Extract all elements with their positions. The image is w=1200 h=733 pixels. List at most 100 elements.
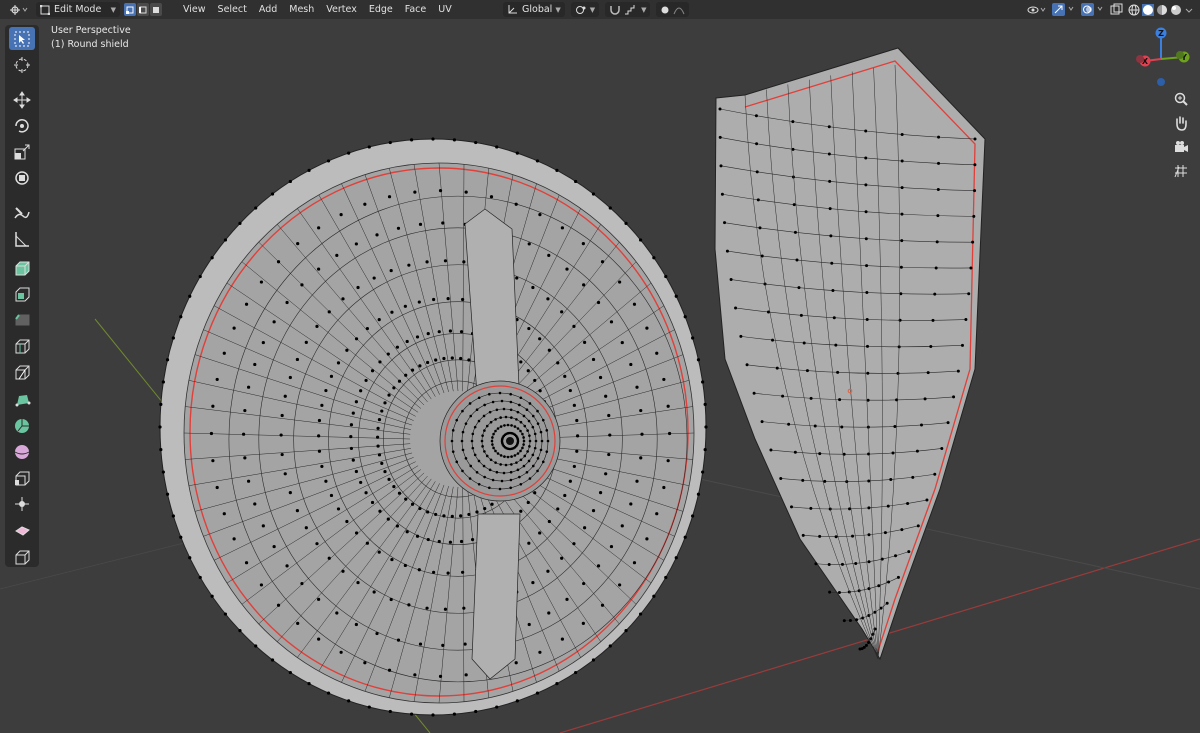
vertex: [830, 261, 834, 265]
loop-cut-tool[interactable]: [9, 334, 35, 357]
vertex: [254, 644, 258, 648]
vertex: [620, 340, 624, 345]
annotate-tool[interactable]: [9, 201, 35, 224]
menu-vertex[interactable]: Vertex: [320, 2, 363, 17]
chevron-down-icon[interactable]: [1184, 4, 1194, 16]
scale-tool[interactable]: [9, 140, 35, 163]
edge-select-button[interactable]: [137, 3, 149, 16]
extrude-region-tool[interactable]: [9, 256, 35, 279]
z-axis-label: Z: [1158, 29, 1164, 38]
3d-viewport[interactable]: User Perspective (1) Round shield Z Y X: [0, 19, 1200, 733]
vertex: [899, 265, 903, 269]
material-shading-icon[interactable]: [1156, 4, 1168, 16]
vertex: [528, 439, 532, 443]
vertex: [635, 385, 639, 389]
vertex: [347, 699, 351, 703]
menu-view[interactable]: View: [177, 2, 212, 17]
select-box-tool[interactable]: [9, 27, 35, 50]
vertex: [572, 542, 576, 546]
vertex: [295, 357, 299, 362]
vertex: [523, 424, 527, 428]
vertex-select-button[interactable]: [124, 3, 136, 16]
vertex: [528, 402, 532, 405]
menu-face[interactable]: Face: [399, 2, 432, 17]
vertex: [469, 414, 473, 418]
vertex: [300, 283, 304, 287]
bevel-tool[interactable]: [9, 308, 35, 331]
spin-tool[interactable]: [9, 414, 35, 437]
menu-edge[interactable]: Edge: [363, 2, 399, 17]
mode-dropdown[interactable]: Edit Mode ▼: [36, 2, 120, 17]
vertex: [598, 375, 603, 380]
gizmo-toggle[interactable]: [1052, 2, 1076, 17]
vertex: [415, 335, 420, 339]
vertex: [464, 457, 468, 460]
vertex: [525, 470, 529, 474]
menu-select[interactable]: Select: [212, 2, 253, 17]
vertex: [867, 452, 871, 456]
solid-shading-icon[interactable]: [1142, 3, 1154, 16]
xray-toggle[interactable]: [1110, 2, 1123, 17]
rip-region-tool[interactable]: [9, 544, 35, 567]
vertex: [469, 464, 473, 468]
menu-uv[interactable]: UV: [432, 2, 457, 17]
wireframe-shading-icon[interactable]: [1128, 4, 1140, 16]
vertex: [461, 469, 464, 473]
cursor-tool[interactable]: [9, 53, 35, 76]
pan-button[interactable]: [1170, 112, 1192, 134]
rendered-shading-icon[interactable]: [1170, 4, 1182, 16]
shear-tool[interactable]: [9, 518, 35, 541]
smooth-tool[interactable]: [9, 440, 35, 463]
editor-type-button[interactable]: [6, 2, 32, 17]
viewport-canvas[interactable]: [0, 19, 1200, 733]
vertex: [238, 221, 242, 225]
vertex: [600, 260, 605, 264]
vertex: [396, 638, 401, 642]
vertex: [907, 550, 911, 554]
vertex: [867, 640, 871, 644]
camera-view-button[interactable]: [1170, 136, 1192, 158]
vertex: [215, 377, 219, 382]
vertex: [799, 313, 803, 317]
vertex: [541, 418, 545, 422]
visibility-dropdown[interactable]: [1027, 2, 1047, 17]
vertex: [556, 507, 560, 511]
edit-mode-icon: [40, 4, 50, 15]
vertex: [967, 292, 971, 296]
knife-tool[interactable]: [9, 360, 35, 383]
vertex: [547, 519, 551, 524]
vertex: [171, 336, 175, 340]
face-select-button[interactable]: [150, 3, 162, 16]
transform-tool[interactable]: [9, 166, 35, 189]
menu-mesh[interactable]: Mesh: [283, 2, 320, 17]
vertex: [380, 409, 384, 413]
vertex: [339, 213, 343, 217]
vertex: [259, 280, 264, 284]
overlays-toggle[interactable]: [1081, 2, 1105, 17]
edge-slide-tool[interactable]: [9, 466, 35, 489]
vertex: [952, 395, 956, 399]
measure-tool[interactable]: [9, 227, 35, 250]
vertex: [848, 619, 852, 623]
vertex: [425, 260, 429, 264]
zoom-button[interactable]: [1170, 88, 1192, 110]
proportional-editing-toggle[interactable]: [656, 2, 690, 17]
pivot-point-dropdown[interactable]: ▼: [570, 2, 600, 17]
rotate-tool[interactable]: [9, 114, 35, 137]
vertex: [538, 213, 542, 217]
transform-orientation-dropdown[interactable]: Global ▼: [503, 2, 565, 17]
vertex: [956, 369, 960, 373]
vertex: [729, 278, 733, 282]
shrink-fatten-tool[interactable]: [9, 492, 35, 515]
ortho-toggle-button[interactable]: [1170, 160, 1192, 182]
vertex: [632, 561, 637, 565]
move-tool[interactable]: [9, 88, 35, 111]
menu-add[interactable]: Add: [253, 2, 283, 17]
navigation-gizmo[interactable]: Z Y X: [1126, 21, 1196, 91]
vertex: [801, 533, 805, 537]
vertex: [489, 458, 493, 462]
poly-build-tool[interactable]: [9, 388, 35, 411]
inset-faces-tool[interactable]: [9, 282, 35, 305]
vertex: [940, 446, 944, 450]
snapping-toggle[interactable]: ▼: [605, 2, 651, 17]
